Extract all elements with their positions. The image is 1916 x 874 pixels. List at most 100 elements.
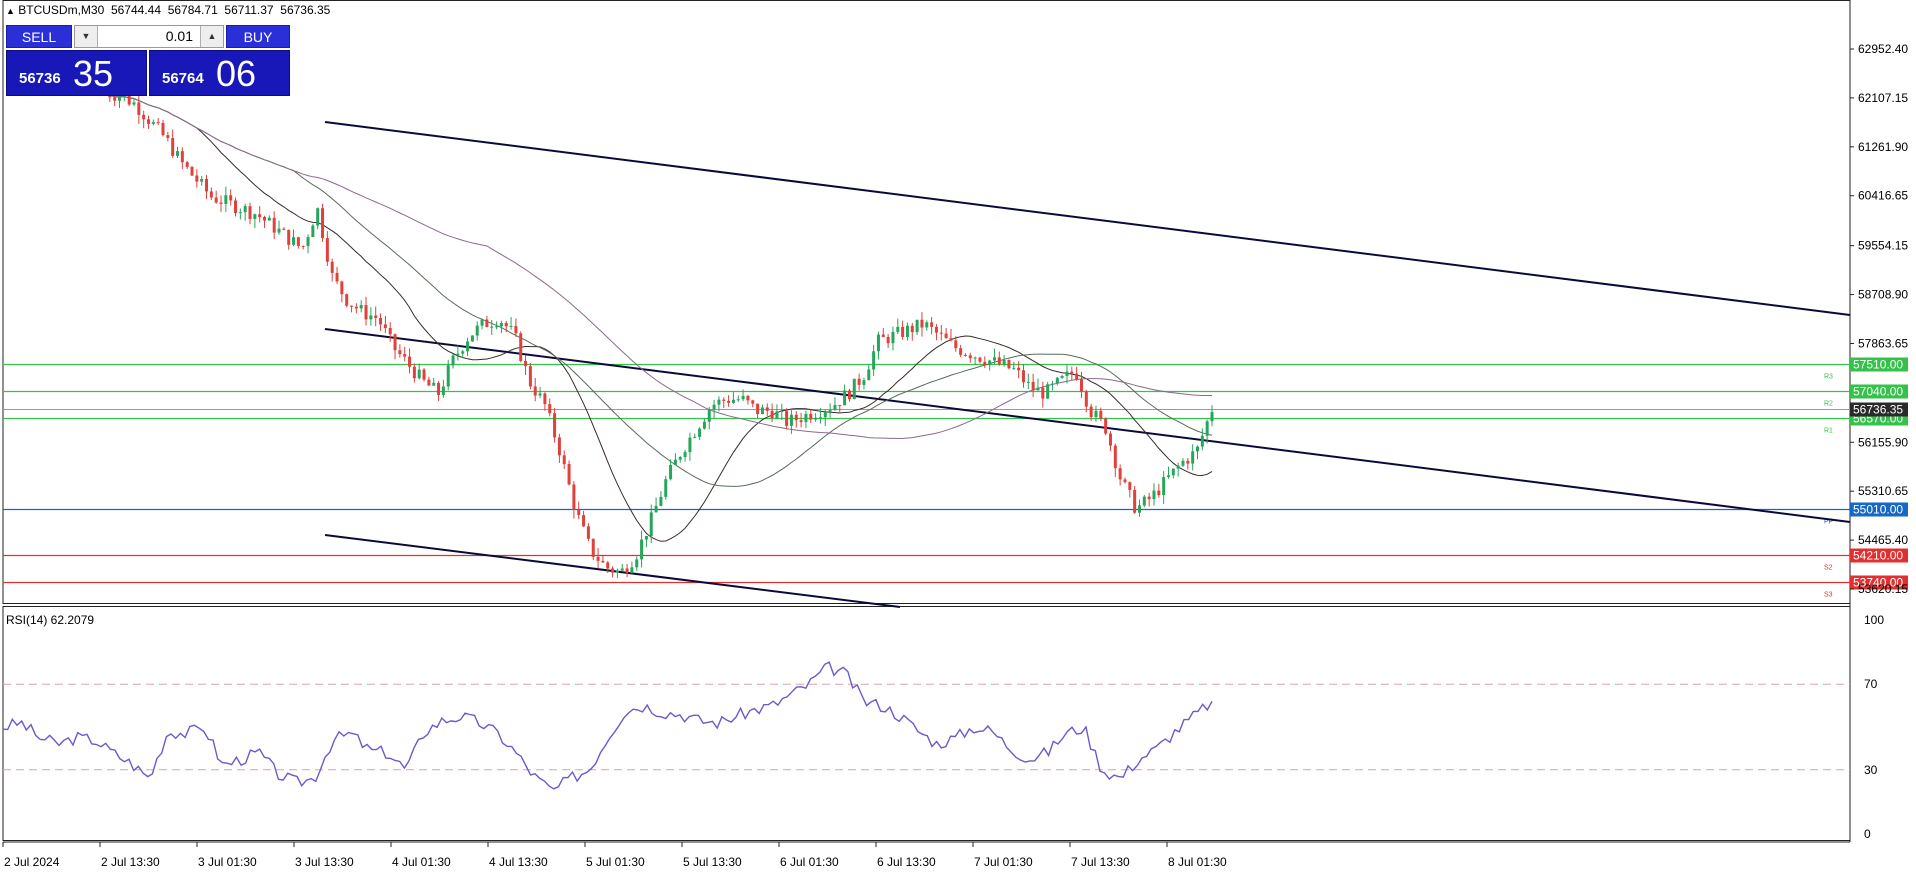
candle-body <box>1181 460 1185 466</box>
candle-body <box>954 340 958 349</box>
candle-body <box>992 357 996 361</box>
candle-body <box>577 510 581 516</box>
rsi-tick-label: 100 <box>1864 613 1884 627</box>
level-name: S2 <box>1824 565 1833 572</box>
candle-body <box>1041 387 1045 399</box>
level-name: R1 <box>1824 428 1833 435</box>
candle-body <box>702 421 706 429</box>
candle-body <box>538 393 542 396</box>
candle-body <box>277 228 281 233</box>
ma-slow-line <box>104 92 1212 440</box>
candle-body <box>1065 371 1069 376</box>
candle-body <box>301 245 305 247</box>
candle-body <box>287 229 291 245</box>
candle-body <box>872 351 876 370</box>
candle-body <box>292 237 296 245</box>
candle-body <box>461 351 465 354</box>
candle-body <box>306 237 310 247</box>
candle-body <box>1079 379 1083 392</box>
lot-decrease-icon[interactable]: ▼ <box>75 26 98 47</box>
candle-body <box>1152 490 1156 500</box>
candle-body <box>359 305 363 309</box>
candle-body <box>978 357 982 362</box>
candle-body <box>654 505 658 513</box>
candle-body <box>843 390 847 406</box>
candle-body <box>736 399 740 401</box>
candle-body <box>1123 479 1127 483</box>
candle-body <box>171 138 175 156</box>
low-value: 56711.37 <box>224 3 274 17</box>
candle-body <box>1147 496 1151 500</box>
candle-body <box>615 570 619 573</box>
candle-body <box>1191 451 1195 464</box>
candle-body <box>1128 482 1132 490</box>
candle-body <box>838 404 842 406</box>
candle-body <box>533 386 537 396</box>
candle-body <box>1171 468 1175 476</box>
candle-body <box>364 305 368 320</box>
candle-body <box>814 417 818 420</box>
candle-body <box>731 399 735 403</box>
ma-mid-line <box>104 92 1213 487</box>
candle-body <box>190 166 194 176</box>
candle-body <box>528 366 532 387</box>
candle-body <box>1142 496 1146 506</box>
candle-body <box>321 208 325 239</box>
collapse-icon[interactable]: ▲ <box>6 6 15 16</box>
candle-body <box>1002 360 1006 365</box>
time-tick-label: 6 Jul 13:30 <box>877 855 936 869</box>
candle-body <box>422 369 426 380</box>
candle-body <box>756 403 760 415</box>
candle-body <box>857 378 861 385</box>
buy-price-box[interactable]: 56764 06 <box>149 50 290 96</box>
candle-body <box>847 390 851 400</box>
candle-body <box>678 457 682 460</box>
time-tick-label: 7 Jul 13:30 <box>1071 855 1130 869</box>
current-price-tag-label: 56736.35 <box>1853 403 1903 417</box>
lot-size-field[interactable]: ▼ 0.01 ▲ <box>74 25 224 48</box>
candle-body <box>325 238 329 262</box>
buy-button[interactable]: BUY <box>226 25 290 48</box>
candle-body <box>379 317 383 325</box>
chart-canvas[interactable]: R3R2R1PPS2S3 57510.0057040.0056570.00550… <box>0 0 1916 874</box>
candle-body <box>185 162 189 167</box>
candle-body <box>205 179 209 192</box>
price-tick-label: 57863.65 <box>1858 336 1908 350</box>
candle-body <box>437 382 441 396</box>
rsi-frame <box>2 606 1851 841</box>
candle-body <box>862 380 866 385</box>
candle-body <box>1200 435 1204 447</box>
candle-body <box>219 202 223 204</box>
candle-body <box>1050 383 1054 385</box>
candle-body <box>524 360 528 367</box>
sell-price-small: 56736 <box>19 70 61 87</box>
lot-value[interactable]: 0.01 <box>166 26 193 47</box>
lot-increase-icon[interactable]: ▲ <box>200 26 223 47</box>
candle-body <box>161 122 165 136</box>
candle-body <box>741 395 745 400</box>
candle-body <box>881 334 885 337</box>
support-resistance-levels: R3R2R1PPS2S3 <box>3 363 1850 599</box>
candle-body <box>374 315 378 318</box>
candle-body <box>891 331 895 344</box>
candle-body <box>1137 505 1141 513</box>
candle-body <box>905 325 909 337</box>
price-tick-label: 58708.90 <box>1858 288 1908 302</box>
close-value: 56736.35 <box>280 3 331 17</box>
candle-body <box>968 355 972 359</box>
candle-body <box>712 404 716 410</box>
rsi-tick-label: 0 <box>1864 827 1871 841</box>
candle-body <box>833 404 837 410</box>
candle-body <box>567 464 571 485</box>
candle-body <box>557 437 561 456</box>
candle-body <box>354 306 358 309</box>
candle-body <box>432 382 436 386</box>
sell-price-box[interactable]: 56736 35 <box>6 50 147 96</box>
candle-body <box>209 191 213 198</box>
candle-body <box>330 261 334 273</box>
candle-body <box>393 334 397 351</box>
candle-body <box>214 197 218 203</box>
candle-body <box>253 214 257 219</box>
sell-button[interactable]: SELL <box>6 25 72 48</box>
candle-body <box>456 353 460 356</box>
